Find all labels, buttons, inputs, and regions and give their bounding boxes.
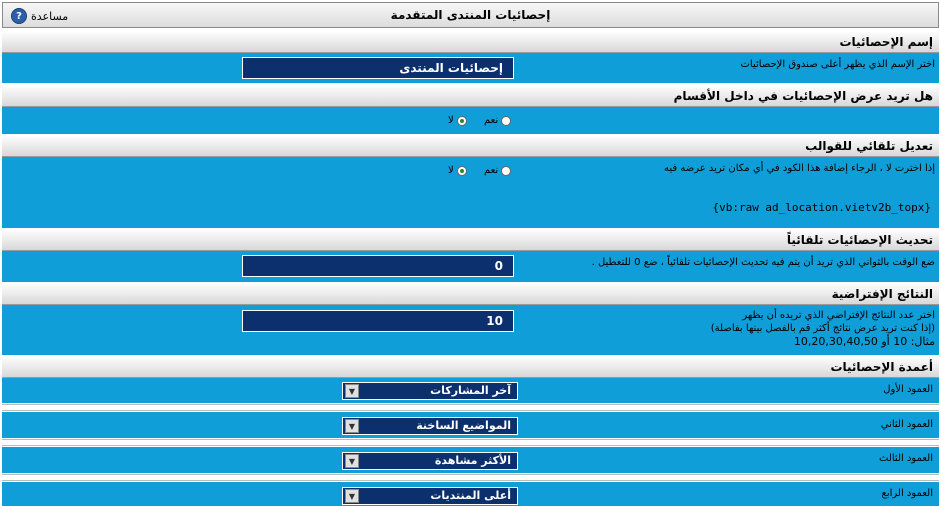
default-results-input[interactable]: 10 xyxy=(242,310,514,332)
separator xyxy=(2,439,939,446)
radio-dot xyxy=(456,115,467,126)
section-title: هل تريد عرض الإحصائيات في داخل الأقسام xyxy=(673,89,933,103)
radio-label: نعم xyxy=(484,165,499,176)
chevron-down-icon[interactable]: ▼ xyxy=(345,454,359,468)
row-show-in-forums: لا نعم xyxy=(2,107,939,134)
radio-label: لا xyxy=(448,115,454,126)
window-titlebar: إحصائيات المنتدى المتقدمة ? مساعدة xyxy=(2,2,939,28)
row-auto-templates: إذا اخترت لا ، الرجاء إضافة هذا الكود في… xyxy=(2,157,939,228)
column-4-label: العمود الرابع xyxy=(881,488,933,499)
column-1-select[interactable]: آخر المشاركات ▼ xyxy=(342,382,518,400)
stats-settings-window: إحصائيات المنتدى المتقدمة ? مساعدة إسم ا… xyxy=(0,0,941,506)
radio-dot xyxy=(501,165,512,176)
section-title: أعمدة الإحصائيات xyxy=(830,360,933,374)
row-column-3: العمود الثالث الأكثر مشاهدة ▼ xyxy=(2,447,939,473)
chevron-down-icon[interactable]: ▼ xyxy=(345,489,359,503)
section-title: إسم الإحصائيات xyxy=(839,35,934,49)
radio-dot xyxy=(501,115,512,126)
template-code-snippet: {vb:raw ad_location.vietv2b_topx} xyxy=(712,201,931,214)
select-value: أعلى المنتديات xyxy=(430,489,511,502)
help-label: مساعدة xyxy=(31,9,69,23)
row-auto-refresh: ضع الوقت بالثواني الذي تريد أن يتم فيه ت… xyxy=(2,251,939,282)
radio-label: لا xyxy=(448,165,454,176)
column-1-label: العمود الأول xyxy=(883,384,933,395)
row-column-4: العمود الرابع أعلى المنتديات ▼ xyxy=(2,482,939,506)
separator xyxy=(2,404,939,411)
section-title: تحديث الإحصائيات تلقائياً xyxy=(786,233,933,247)
column-3-label: العمود الثالث xyxy=(879,453,933,464)
section-title: النتائج الإفتراضية xyxy=(831,287,933,301)
section-title: تعديل تلقائي للقوالب xyxy=(805,139,933,153)
radio-dot xyxy=(456,165,467,176)
select-value: آخر المشاركات xyxy=(430,384,511,397)
section-header-default-results: النتائج الإفتراضية xyxy=(2,283,939,305)
default-results-description: اختر عدد النتائج الإفتراضي الذي تريده أن… xyxy=(711,309,935,348)
window-title: إحصائيات المنتدى المتقدمة xyxy=(390,8,551,22)
row-default-results: اختر عدد النتائج الإفتراضي الذي تريده أن… xyxy=(2,305,939,355)
select-value: المواضيع الساخنة xyxy=(416,419,511,432)
column-2-label: العمود الثاني xyxy=(880,419,933,430)
auto-templates-description: إذا اخترت لا ، الرجاء إضافة هذا الكود في… xyxy=(664,163,935,174)
row-column-2: العمود الثاني المواضيع الساخنة ▼ xyxy=(2,412,939,438)
stats-name-description: اختر الإسم الذي يظهر أعلى صندوق الإحصائي… xyxy=(740,59,935,70)
show-in-forums-no-radio[interactable]: لا xyxy=(448,115,467,126)
description-line: (إذا كنت تريد عرض نتائج أكثر قم بالفصل ب… xyxy=(710,323,935,334)
chevron-down-icon[interactable]: ▼ xyxy=(345,419,359,433)
section-header-stats-name: إسم الإحصائيات xyxy=(2,31,939,53)
section-header-show-in-forums: هل تريد عرض الإحصائيات في داخل الأقسام xyxy=(2,85,939,107)
help-icon: ? xyxy=(11,8,27,24)
stats-name-input[interactable]: إحصائيات المنتدى xyxy=(242,57,514,79)
auto-templates-no-radio[interactable]: لا xyxy=(448,165,467,176)
auto-templates-yes-radio[interactable]: نعم xyxy=(484,165,512,176)
column-4-select[interactable]: أعلى المنتديات ▼ xyxy=(342,487,518,505)
section-header-columns: أعمدة الإحصائيات xyxy=(2,356,939,378)
radio-label: نعم xyxy=(484,115,499,126)
select-value: الأكثر مشاهدة xyxy=(434,454,511,467)
section-header-auto-refresh: تحديث الإحصائيات تلقائياً xyxy=(2,229,939,251)
row-column-1: العمود الأول آخر المشاركات ▼ xyxy=(2,378,939,403)
show-in-forums-yes-radio[interactable]: نعم xyxy=(484,115,512,126)
auto-refresh-description: ضع الوقت بالثواني الذي تريد أن يتم فيه ت… xyxy=(591,257,935,268)
section-header-auto-templates: تعديل تلقائي للقوالب xyxy=(2,135,939,157)
column-3-select[interactable]: الأكثر مشاهدة ▼ xyxy=(342,452,518,470)
chevron-down-icon[interactable]: ▼ xyxy=(345,384,359,398)
description-line: اختر عدد النتائج الإفتراضي الذي تريده أن… xyxy=(742,310,935,321)
separator xyxy=(2,474,939,481)
row-stats-name: اختر الإسم الذي يظهر أعلى صندوق الإحصائي… xyxy=(2,53,939,83)
help-button[interactable]: ? مساعدة xyxy=(11,8,68,24)
column-2-select[interactable]: المواضيع الساخنة ▼ xyxy=(342,417,518,435)
description-line: مثال: 10 أو 10,20,30,40,50 xyxy=(793,335,935,348)
auto-refresh-input[interactable]: 0 xyxy=(242,255,514,277)
